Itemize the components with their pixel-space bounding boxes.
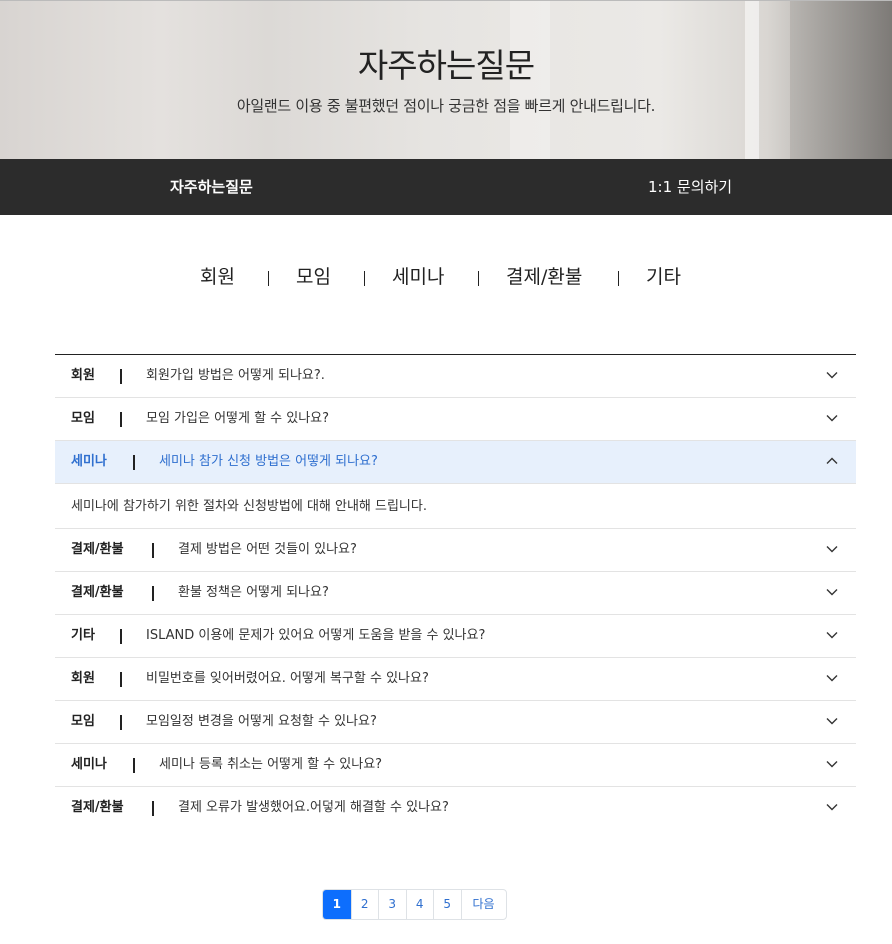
faq-divider — [133, 455, 135, 470]
faq-item[interactable]: 모임 모임일정 변경을 어떻게 요청할 수 있나요? — [55, 701, 856, 744]
category-seminar[interactable]: 세미나 — [392, 262, 444, 289]
category-payment-refund[interactable]: 결제/환불 — [506, 262, 582, 289]
chevron-down-icon — [826, 718, 838, 725]
chevron-down-icon — [826, 675, 838, 682]
support-nav: 자주하는질문 1:1 문의하기 — [0, 159, 892, 215]
hero-banner: 자주하는질문 아일랜드 이용 중 불편했던 점이나 궁금한 점을 빠르게 안내드… — [0, 0, 892, 159]
page-button-4[interactable]: 4 — [405, 890, 434, 919]
category-member[interactable]: 회원 — [200, 262, 235, 289]
chevron-down-icon — [826, 415, 838, 422]
faq-question: 결제 오류가 발생했어요.어덯게 해결할 수 있나요? — [178, 800, 449, 815]
category-divider — [478, 271, 479, 286]
faq-divider — [152, 801, 154, 816]
faq-item[interactable]: 세미나 세미나 등록 취소는 어떻게 할 수 있나요? — [55, 744, 856, 787]
tab-inquiry[interactable]: 1:1 문의하기 — [648, 159, 732, 215]
faq-question: 결제 방법은 어떤 것들이 있나요? — [178, 542, 357, 557]
faq-question: 세미나 등록 취소는 어떻게 할 수 있나요? — [159, 757, 383, 772]
page-button-1[interactable]: 1 — [323, 890, 351, 919]
page-button-5[interactable]: 5 — [433, 890, 461, 919]
faq-category: 결제/환불 — [71, 542, 124, 557]
chevron-down-icon — [826, 804, 838, 811]
faq-divider — [120, 672, 122, 687]
faq-category: 기타 — [71, 628, 95, 643]
faq-item[interactable]: 결제/환불 결제 방법은 어떤 것들이 있나요? — [55, 529, 856, 572]
faq-item[interactable]: 회원 회원가입 방법은 어떻게 되나요?. — [55, 355, 856, 398]
faq-question: 환불 정책은 어떻게 되나요? — [178, 585, 329, 600]
faq-question: 회원가입 방법은 어떻게 되나요?. — [146, 368, 325, 383]
faq-category: 결제/환불 — [71, 800, 124, 815]
category-divider — [364, 271, 365, 286]
page-title: 자주하는질문 — [357, 46, 535, 85]
faq-item[interactable]: 결제/환불 환불 정책은 어떻게 되나요? — [55, 572, 856, 615]
faq-divider — [120, 629, 122, 644]
faq-answer-text: 세미나에 참가하기 위한 절차와 신청방법에 대해 안내해 드립니다. — [71, 499, 427, 514]
faq-divider — [120, 369, 122, 384]
faq-divider — [120, 412, 122, 427]
page-button-2[interactable]: 2 — [350, 890, 379, 919]
next-page-button[interactable]: 다음 — [460, 890, 506, 919]
page-subtitle: 아일랜드 이용 중 불편했던 점이나 궁금한 점을 빠르게 안내드립니다. — [236, 97, 656, 115]
tab-faq[interactable]: 자주하는질문 — [170, 159, 253, 215]
faq-divider — [152, 586, 154, 601]
chevron-down-icon — [826, 372, 838, 379]
faq-category: 회원 — [71, 671, 95, 686]
page-button-3[interactable]: 3 — [378, 890, 406, 919]
faq-question: ISLAND 이용에 문제가 있어요 어떻게 도움을 받을 수 있나요? — [146, 628, 486, 643]
faq-question: 비밀번호를 잊어버렸어요. 어떻게 복구할 수 있나요? — [146, 671, 429, 686]
faq-category: 세미나 — [71, 454, 107, 469]
category-divider — [618, 271, 619, 286]
category-divider — [268, 271, 269, 286]
chevron-down-icon — [826, 632, 838, 639]
faq-item[interactable]: 회원 비밀번호를 잊어버렸어요. 어떻게 복구할 수 있나요? — [55, 658, 856, 701]
faq-category: 모임 — [71, 714, 95, 729]
pagination: 1 2 3 4 5 다음 — [322, 889, 507, 920]
faq-question: 모임 가입은 어떻게 할 수 있나요? — [146, 411, 330, 426]
faq-item[interactable]: 기타 ISLAND 이용에 문제가 있어요 어떻게 도움을 받을 수 있나요? — [55, 615, 856, 658]
faq-divider — [120, 715, 122, 730]
faq-divider — [152, 543, 154, 558]
category-filter: 회원 모임 세미나 결제/환불 기타 — [0, 262, 892, 292]
chevron-down-icon — [826, 589, 838, 596]
faq-category: 세미나 — [71, 757, 107, 772]
faq-category: 모임 — [71, 411, 95, 426]
faq-category: 결제/환불 — [71, 585, 124, 600]
category-etc[interactable]: 기타 — [646, 262, 681, 289]
faq-answer: 세미나에 참가하기 위한 절차와 신청방법에 대해 안내해 드립니다. — [55, 484, 856, 529]
faq-question: 세미나 참가 신청 방법은 어떻게 되나요? — [159, 454, 378, 469]
faq-divider — [133, 758, 135, 773]
faq-list: 회원 회원가입 방법은 어떻게 되나요?. 모임 모임 가입은 어떻게 할 수 … — [55, 354, 856, 830]
faq-item-expanded[interactable]: 세미나 세미나 참가 신청 방법은 어떻게 되나요? — [55, 441, 856, 484]
faq-item[interactable]: 결제/환불 결제 오류가 발생했어요.어덯게 해결할 수 있나요? — [55, 787, 856, 830]
faq-question: 모임일정 변경을 어떻게 요청할 수 있나요? — [146, 714, 377, 729]
faq-item[interactable]: 모임 모임 가입은 어떻게 할 수 있나요? — [55, 398, 856, 441]
chevron-down-icon — [826, 761, 838, 768]
category-meeting[interactable]: 모임 — [296, 262, 331, 289]
faq-category: 회원 — [71, 368, 95, 383]
chevron-down-icon — [826, 546, 838, 553]
chevron-up-icon — [826, 457, 838, 464]
